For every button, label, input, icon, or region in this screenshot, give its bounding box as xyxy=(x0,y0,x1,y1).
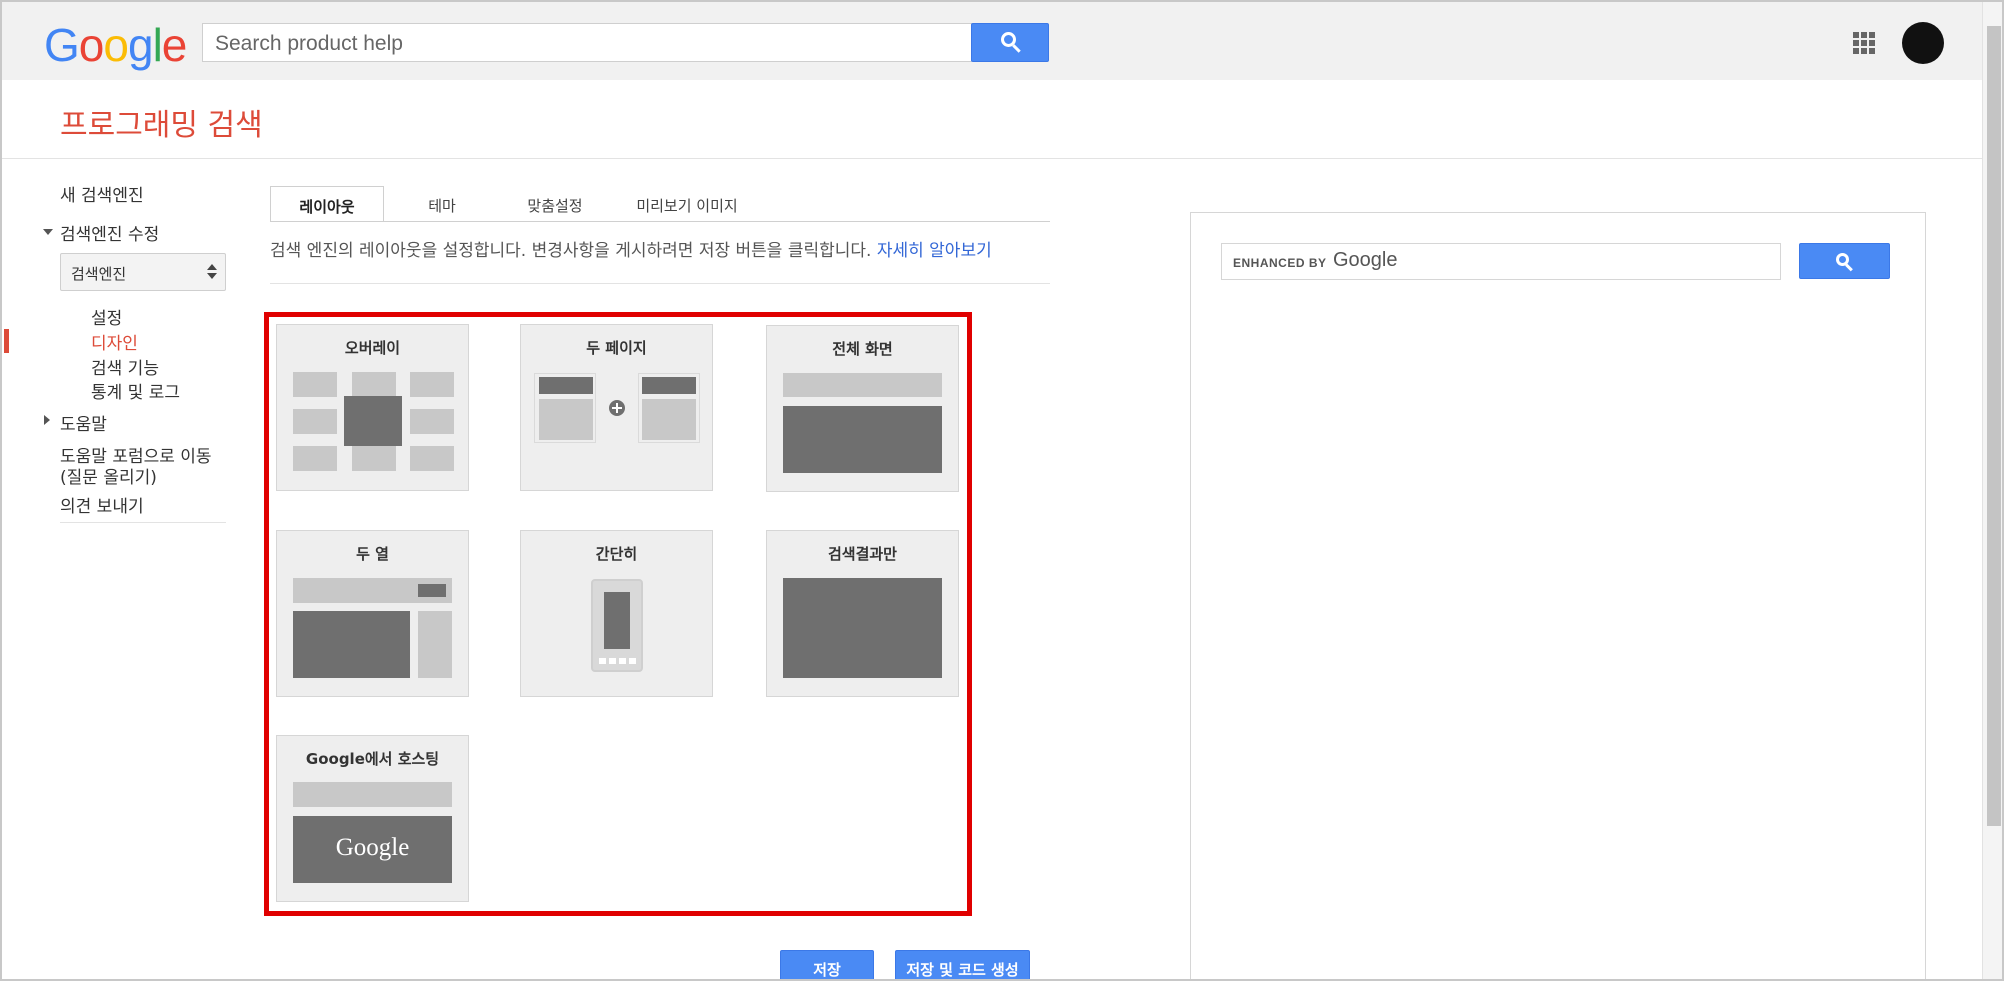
divider xyxy=(60,522,226,523)
caret-down-icon[interactable] xyxy=(43,229,53,235)
search-icon xyxy=(1836,253,1856,273)
sidebar-item-help[interactable]: 도움말 xyxy=(60,410,107,435)
layout-card-label: 두 열 xyxy=(356,545,389,563)
layout-card-label: Google에서 호스팅 xyxy=(305,750,440,768)
layout-description: 검색 엔진의 레이아웃을 설정합니다. 변경사항을 게시하려면 저장 버튼을 클… xyxy=(270,236,992,261)
engine-select-value: 검색엔진 xyxy=(71,265,127,283)
layout-card-results-only[interactable]: 검색결과만 xyxy=(766,530,959,697)
page-scrollbar[interactable] xyxy=(1982,2,2002,979)
help-search-input[interactable]: Search product help xyxy=(202,23,972,62)
plus-circle-icon xyxy=(609,400,625,416)
tab-theme[interactable]: 테마 xyxy=(398,186,486,222)
logo-letter: G xyxy=(44,19,80,71)
layout-card-two-page[interactable]: 두 페이지 xyxy=(520,324,713,491)
engine-select[interactable]: 검색엔진 xyxy=(60,253,226,291)
sidebar-item-settings[interactable]: 설정 xyxy=(91,304,122,329)
logo-letter: l xyxy=(152,19,163,71)
logo-letter: g xyxy=(127,19,154,71)
logo-letter: o xyxy=(78,19,105,71)
search-preview-panel: ENHANCED BY Google xyxy=(1190,212,1926,979)
learn-more-link[interactable]: 자세히 알아보기 xyxy=(877,241,992,261)
top-bar: Google Search product help xyxy=(2,2,1982,80)
google-logo-text: Google xyxy=(335,834,410,861)
apps-grid-icon[interactable] xyxy=(1853,32,1875,54)
sidebar-item-feedback[interactable]: 의견 보내기 xyxy=(60,492,144,517)
logo-letter: e xyxy=(161,19,188,71)
browser-frame: Google Search product help 프로그래밍 검색 새 검색… xyxy=(0,0,2004,981)
divider xyxy=(2,158,1982,159)
tab-customize[interactable]: 맞춤설정 xyxy=(510,186,600,222)
search-icon xyxy=(1001,32,1023,54)
active-indicator xyxy=(4,329,9,353)
scrollbar-thumb[interactable] xyxy=(1987,26,2001,826)
logo-letter: o xyxy=(103,19,129,71)
help-search-button[interactable] xyxy=(971,23,1049,62)
save-and-generate-code-button[interactable]: 저장 및 코드 생성 xyxy=(895,950,1030,979)
preview-search-button[interactable] xyxy=(1799,243,1890,279)
sidebar-item-help-forum-note[interactable]: (질문 올리기) xyxy=(60,463,157,488)
page-title: 프로그래밍 검색 xyxy=(60,108,263,143)
tab-thumbnail[interactable]: 미리보기 이미지 xyxy=(622,186,752,222)
layout-card-overlay[interactable]: 오버레이 xyxy=(276,324,469,491)
sidebar-item-design[interactable]: 디자인 xyxy=(91,329,138,354)
layout-card-label: 간단히 xyxy=(595,545,638,563)
description-text: 검색 엔진의 레이아웃을 설정합니다. 변경사항을 게시하려면 저장 버튼을 클… xyxy=(270,241,872,261)
enhanced-by-google-logo: Google xyxy=(1333,249,1398,271)
layout-card-google-hosted[interactable]: Google에서 호스팅 Google xyxy=(276,735,469,902)
avatar[interactable] xyxy=(1902,22,1944,64)
google-logo[interactable]: Google xyxy=(44,18,188,72)
layout-card-label: 검색결과만 xyxy=(827,545,897,563)
layout-card-label: 전체 화면 xyxy=(832,340,893,358)
preview-search-input[interactable]: ENHANCED BY Google xyxy=(1221,243,1781,280)
sidebar-item-stats-logs[interactable]: 통계 및 로그 xyxy=(91,378,180,403)
enhanced-by-label: ENHANCED BY xyxy=(1233,256,1327,270)
sidebar-item-search-features[interactable]: 검색 기능 xyxy=(91,354,159,379)
sidebar-item-new-engine[interactable]: 새 검색엔진 xyxy=(60,181,144,206)
layout-card-label: 오버레이 xyxy=(344,339,401,357)
sidebar-item-edit-engine[interactable]: 검색엔진 수정 xyxy=(60,220,159,245)
layout-card-two-column[interactable]: 두 열 xyxy=(276,530,469,697)
caret-right-icon[interactable] xyxy=(44,415,50,425)
select-arrows-icon xyxy=(207,264,217,280)
tab-layout[interactable]: 레이아웃 xyxy=(270,186,384,222)
save-button[interactable]: 저장 xyxy=(780,950,874,979)
layout-card-full-screen[interactable]: 전체 화면 xyxy=(766,325,959,492)
layout-card-label: 두 페이지 xyxy=(586,339,647,357)
divider xyxy=(270,283,1050,284)
layout-card-compact[interactable]: 간단히 xyxy=(520,530,713,697)
divider xyxy=(270,221,1050,222)
